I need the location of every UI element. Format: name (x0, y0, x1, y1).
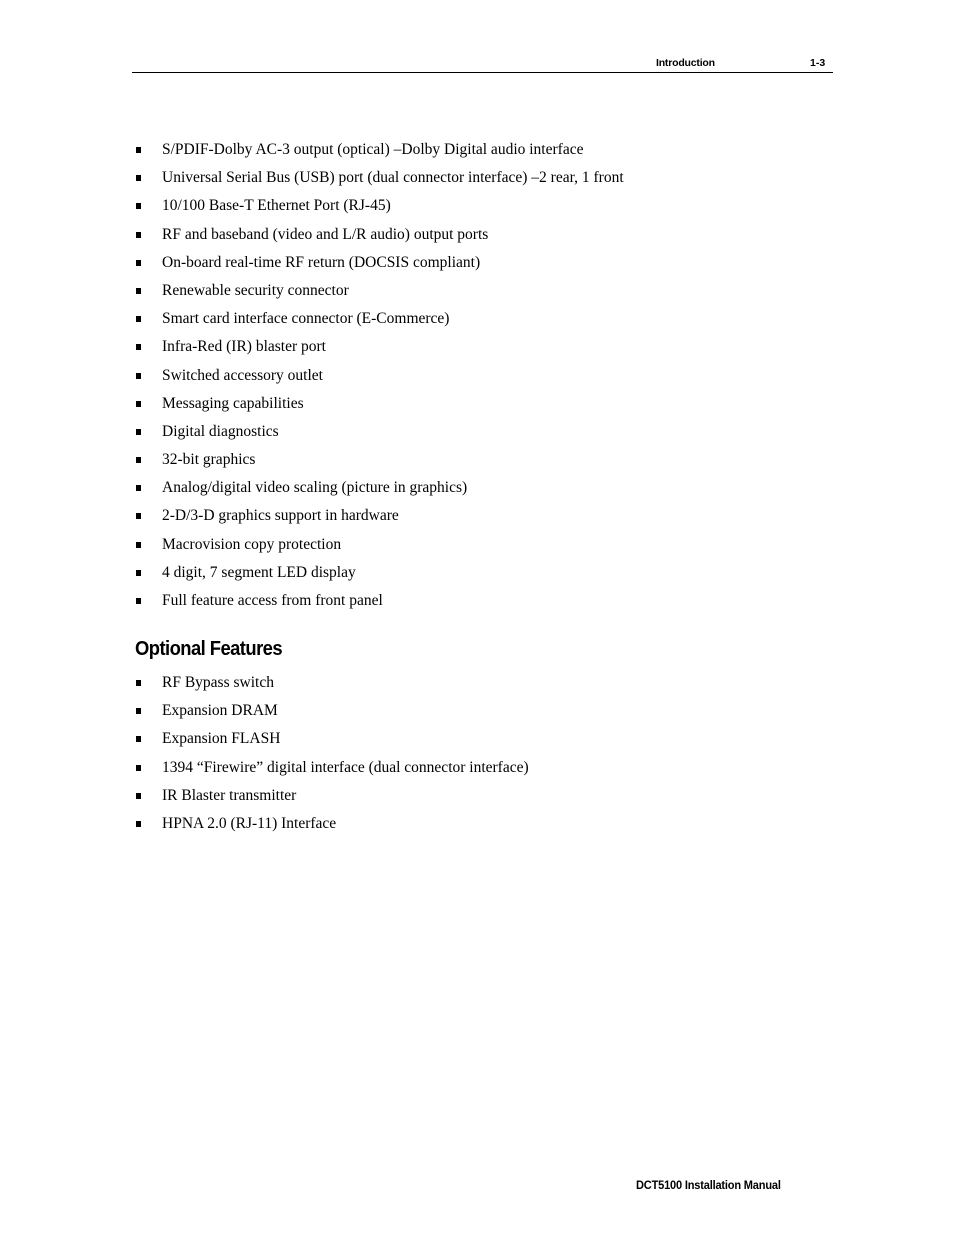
list-item: 4 digit, 7 segment LED display (135, 563, 624, 591)
list-item: S/PDIF-Dolby AC-3 output (optical) –Dolb… (135, 140, 624, 168)
bullet-icon (136, 287, 141, 294)
bullet-icon (136, 598, 141, 604)
list-item-text: Switched accessory outlet (162, 366, 323, 384)
list-item-text: 1394 “Firewire” digital interface (dual … (162, 758, 529, 776)
list-item-text: Full feature access from front panel (162, 592, 383, 609)
list-item-text: Messaging capabilities (162, 394, 304, 412)
list-item: Universal Serial Bus (USB) port (dual co… (135, 168, 624, 196)
bullet-icon (136, 541, 141, 548)
list-item-text: Smart card interface connector (E-Commer… (162, 310, 450, 328)
list-item-text: 2-D/3-D graphics support in hardware (162, 507, 399, 525)
bullet-icon (136, 680, 141, 686)
list-item: On-board real-time RF return (DOCSIS com… (135, 253, 624, 281)
list-item-text: Expansion DRAM (162, 702, 278, 720)
bullet-icon (136, 708, 141, 715)
page-footer: DCT5100 Installation Manual (636, 1178, 781, 1192)
list-item-text: Infra-Red (IR) blaster port (162, 338, 326, 356)
list-item-text: 32-bit graphics (162, 451, 256, 469)
list-item-text: HPNA 2.0 (RJ-11) Interface (162, 814, 337, 832)
list-item-text: On-board real-time RF return (DOCSIS com… (162, 253, 481, 271)
list-item: 10/100 Base-T Ethernet Port (RJ-45) (135, 196, 624, 224)
list-item: IR Blaster transmitter (135, 786, 529, 814)
list-item: 1394 “Firewire” digital interface (dual … (135, 758, 529, 786)
list-item: HPNA 2.0 (RJ-11) Interface (135, 814, 529, 842)
list-item-text: Expansion FLASH (162, 730, 281, 748)
list-item: Renewable security connector (135, 281, 624, 309)
bullet-icon (136, 457, 141, 464)
optional-features-list: RF Bypass switch Expansion DRAM Expansio… (135, 673, 529, 842)
list-item: 2-D/3-D graphics support in hardware (135, 506, 624, 534)
list-item: Switched accessory outlet (135, 366, 624, 394)
list-item-text: IR Blaster transmitter (162, 786, 297, 804)
list-item: Infra-Red (IR) blaster port (135, 337, 624, 365)
bullet-icon (136, 400, 141, 407)
list-item: Smart card interface connector (E-Commer… (135, 309, 624, 337)
features-list: S/PDIF-Dolby AC-3 output (optical) –Dolb… (135, 140, 624, 619)
bullet-icon (136, 316, 141, 323)
bullet-icon (136, 344, 141, 351)
list-item-text: Digital diagnostics (162, 422, 279, 440)
list-item: Full feature access from front panel (135, 591, 624, 619)
list-item: Expansion DRAM (135, 701, 529, 729)
bullet-icon (136, 764, 141, 771)
list-item-text: Analog/digital video scaling (picture in… (162, 479, 468, 497)
bullet-icon (136, 231, 141, 238)
optional-features-heading: Optional Features (135, 638, 283, 660)
bullet-icon (136, 428, 141, 435)
list-item: Macrovision copy protection (135, 535, 624, 563)
list-item-text: RF Bypass switch (162, 674, 274, 691)
list-item-text: Macrovision copy protection (162, 535, 342, 553)
bullet-icon (136, 175, 141, 182)
bullet-icon (136, 820, 141, 827)
list-item-text: Renewable security connector (162, 281, 349, 299)
list-item-text: 10/100 Base-T Ethernet Port (RJ-45) (162, 197, 391, 215)
page-header: Introduction 1-3 (132, 56, 833, 73)
bullet-icon (136, 569, 141, 576)
bullet-icon (136, 792, 141, 799)
bullet-icon (136, 372, 141, 379)
bullet-icon (136, 736, 141, 743)
list-item: Analog/digital video scaling (picture in… (135, 478, 624, 506)
header-section-title: Introduction (656, 57, 715, 69)
header-page-number: 1-3 (810, 57, 826, 69)
list-item: RF Bypass switch (135, 673, 529, 701)
list-item: 32-bit graphics (135, 450, 624, 478)
bullet-icon (136, 259, 141, 266)
list-item-text: S/PDIF-Dolby AC-3 output (optical) –Dolb… (162, 141, 584, 158)
list-item: RF and baseband (video and L/R audio) ou… (135, 225, 624, 253)
bullet-icon (136, 147, 141, 153)
list-item-text: 4 digit, 7 segment LED display (162, 563, 356, 581)
list-item-text: RF and baseband (video and L/R audio) ou… (162, 225, 489, 243)
list-item: Expansion FLASH (135, 729, 529, 757)
bullet-icon (136, 485, 141, 492)
bullet-icon (136, 513, 141, 520)
bullet-icon (136, 203, 141, 210)
list-item-text: Universal Serial Bus (USB) port (dual co… (162, 169, 624, 187)
list-item: Digital diagnostics (135, 422, 624, 450)
list-item: Messaging capabilities (135, 394, 624, 422)
